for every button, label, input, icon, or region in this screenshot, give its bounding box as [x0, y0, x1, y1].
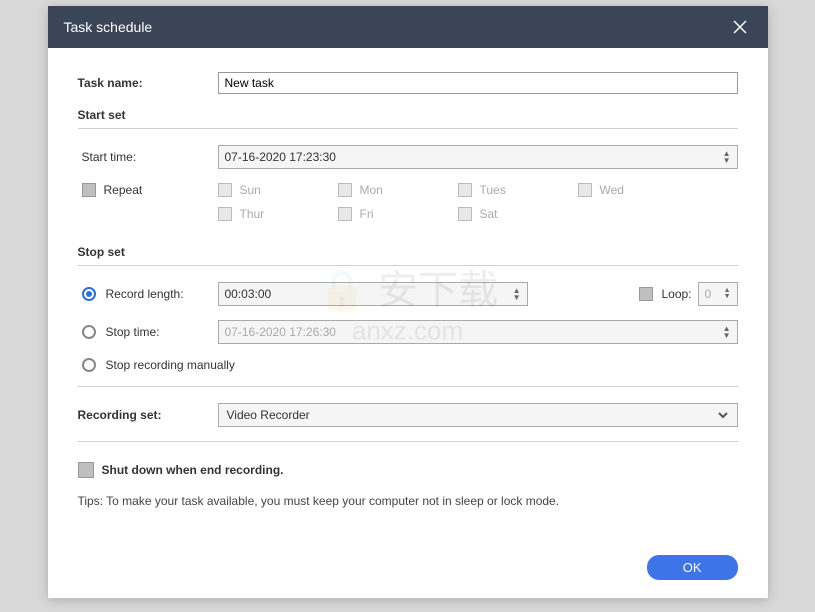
- day-wed[interactable]: Wed: [578, 183, 698, 197]
- loop-toggle[interactable]: Loop:: [639, 287, 691, 301]
- repeat-label: Repeat: [104, 183, 143, 197]
- stop-time-option[interactable]: Stop time:: [78, 325, 214, 339]
- repeat-row: Repeat Sun Mon Tues Wed Thur Fri Sat: [78, 183, 738, 231]
- recording-set-divider-bottom: [78, 441, 738, 442]
- stop-time-row: Stop time: 07-16-2020 17:26:30 ▲▼: [78, 320, 738, 344]
- repeat-checkbox[interactable]: [82, 183, 96, 197]
- repeat-toggle[interactable]: Repeat: [78, 183, 218, 197]
- recording-set-row: Recording set: Video Recorder: [78, 403, 738, 427]
- spinner-arrows-icon[interactable]: ▲▼: [723, 150, 731, 164]
- day-thur[interactable]: Thur: [218, 207, 338, 221]
- dialog-content: Task name: Start set Start time: 07-16-2…: [48, 48, 768, 555]
- day-tues[interactable]: Tues: [458, 183, 578, 197]
- start-time-row: Start time: 07-16-2020 17:23:30 ▲▼: [78, 145, 738, 169]
- days-grid: Sun Mon Tues Wed Thur Fri Sat: [218, 183, 738, 231]
- checkbox-icon: [218, 183, 232, 197]
- record-length-label: Record length:: [106, 287, 184, 301]
- checkbox-icon: [338, 207, 352, 221]
- spinner-arrows-icon[interactable]: ▲▼: [724, 288, 731, 300]
- loop-field[interactable]: 0 ▲▼: [698, 282, 738, 306]
- recording-set-label: Recording set:: [78, 408, 218, 422]
- loop-label: Loop:: [661, 287, 691, 301]
- ok-button[interactable]: OK: [647, 555, 738, 580]
- checkbox-icon: [338, 183, 352, 197]
- stop-manual-row: Stop recording manually: [78, 358, 738, 372]
- day-sun[interactable]: Sun: [218, 183, 338, 197]
- stop-time-radio[interactable]: [82, 325, 96, 339]
- stop-set-divider: [78, 265, 738, 266]
- recording-set-divider-top: [78, 386, 738, 387]
- start-time-field[interactable]: 07-16-2020 17:23:30 ▲▼: [218, 145, 738, 169]
- record-length-field[interactable]: 00:03:00 ▲▼: [218, 282, 528, 306]
- record-length-radio[interactable]: [82, 287, 96, 301]
- checkbox-icon: [218, 207, 232, 221]
- start-time-value: 07-16-2020 17:23:30: [225, 150, 723, 164]
- stop-manual-radio[interactable]: [82, 358, 96, 372]
- spinner-arrows-icon[interactable]: ▲▼: [513, 287, 521, 301]
- task-name-row: Task name:: [78, 72, 738, 94]
- record-length-option[interactable]: Record length:: [78, 287, 214, 301]
- recording-set-dropdown[interactable]: Video Recorder: [218, 403, 738, 427]
- recording-set-value: Video Recorder: [227, 408, 310, 422]
- stop-time-value: 07-16-2020 17:26:30: [225, 325, 723, 339]
- checkbox-icon: [578, 183, 592, 197]
- dialog-footer: OK: [48, 555, 768, 598]
- stop-time-field[interactable]: 07-16-2020 17:26:30 ▲▼: [218, 320, 738, 344]
- dialog-title: Task schedule: [64, 19, 153, 35]
- record-length-row: Record length: 00:03:00 ▲▼ Loop: 0 ▲▼: [78, 282, 738, 306]
- start-set-divider: [78, 128, 738, 129]
- shutdown-row[interactable]: Shut down when end recording.: [78, 462, 738, 478]
- loop-value: 0: [705, 287, 724, 301]
- record-length-value: 00:03:00: [225, 287, 513, 301]
- day-mon[interactable]: Mon: [338, 183, 458, 197]
- task-name-label: Task name:: [78, 76, 218, 90]
- chevron-down-icon: [717, 409, 729, 421]
- close-button[interactable]: [728, 15, 752, 39]
- tips-text: Tips: To make your task available, you m…: [78, 494, 738, 508]
- start-set-header: Start set: [78, 108, 738, 122]
- start-time-label: Start time:: [78, 150, 218, 164]
- spinner-arrows-icon[interactable]: ▲▼: [723, 325, 731, 339]
- task-name-input[interactable]: [218, 72, 738, 94]
- close-icon: [732, 19, 748, 35]
- loop-checkbox[interactable]: [639, 287, 653, 301]
- stop-time-label: Stop time:: [106, 325, 160, 339]
- day-sat[interactable]: Sat: [458, 207, 578, 221]
- shutdown-label: Shut down when end recording.: [102, 463, 284, 477]
- stop-set-header: Stop set: [78, 245, 738, 259]
- task-schedule-dialog: Task schedule Task name: Start set Start…: [48, 6, 768, 598]
- day-fri[interactable]: Fri: [338, 207, 458, 221]
- stop-manual-option[interactable]: Stop recording manually: [78, 358, 235, 372]
- checkbox-icon: [458, 183, 472, 197]
- titlebar: Task schedule: [48, 6, 768, 48]
- shutdown-checkbox[interactable]: [78, 462, 94, 478]
- checkbox-icon: [458, 207, 472, 221]
- stop-manual-label: Stop recording manually: [106, 358, 235, 372]
